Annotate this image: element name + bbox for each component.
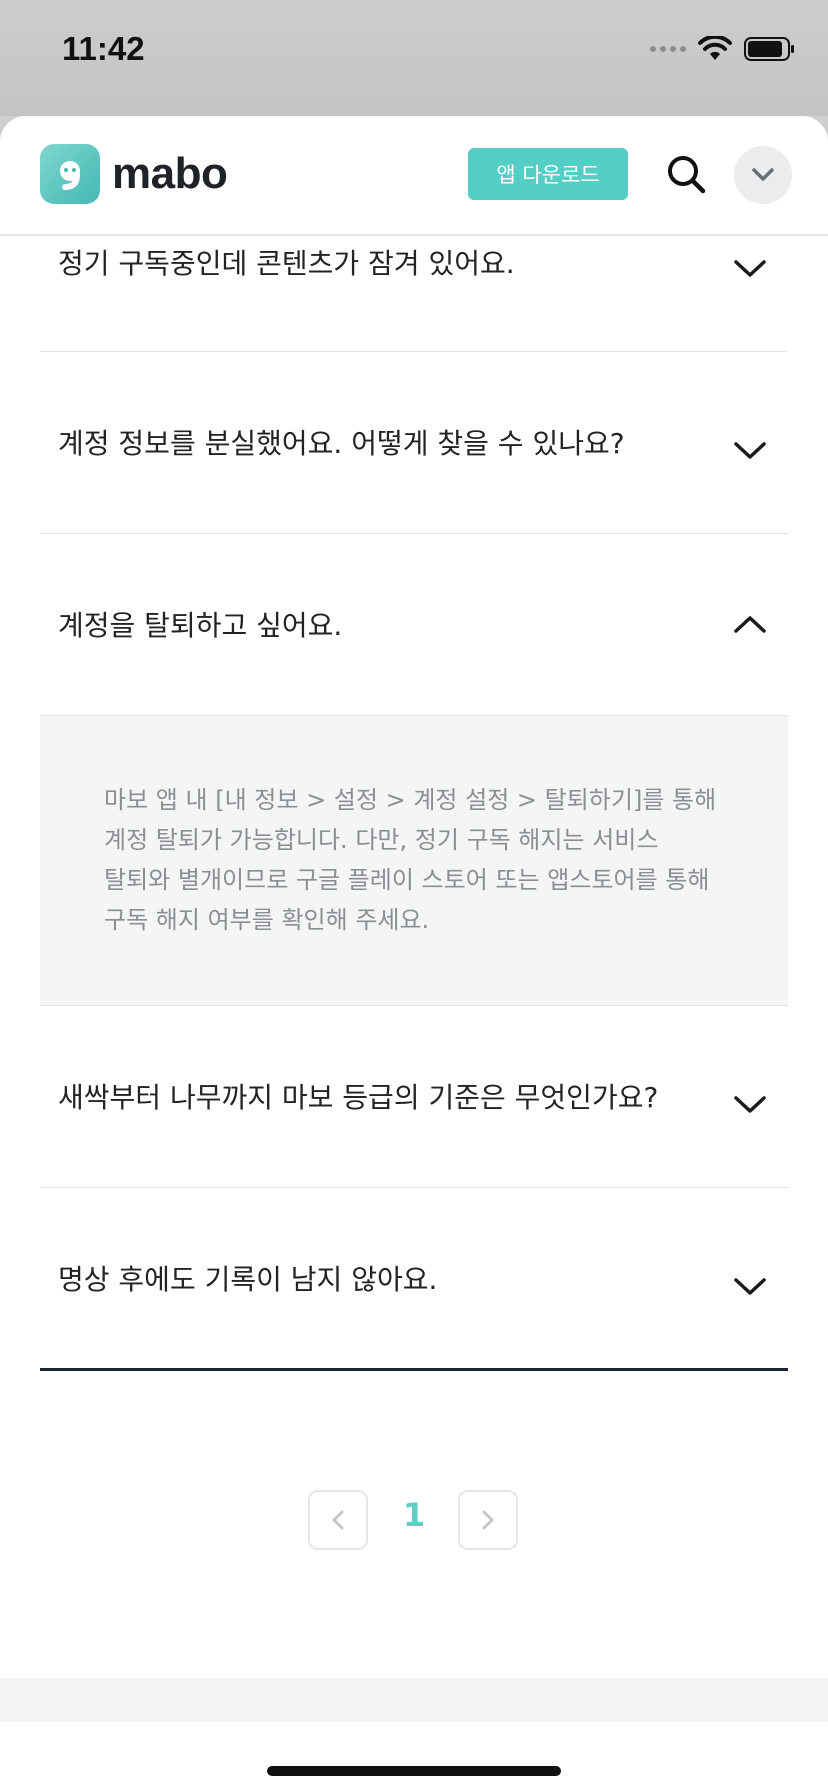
faq-question: 정기 구독중인데 콘텐츠가 잠겨 있어요. [58, 247, 515, 280]
chevron-down-icon [734, 260, 766, 277]
logo-text: mabo [112, 149, 228, 198]
cellular-signal-icon [650, 46, 686, 52]
home-indicator [267, 1766, 561, 1776]
faq-answer-text: 마보 앱 내 [내 정보 > 설정 > 계정 설정 > 탈퇴하기]를 통해 계정… [104, 786, 717, 934]
search-icon[interactable] [664, 152, 708, 196]
battery-icon [744, 37, 794, 61]
prev-page-button[interactable] [308, 1490, 368, 1550]
footer-strip [0, 1678, 828, 1722]
faq-question: 계정 정보를 분실했어요. 어떻게 찾을 수 있나요? [58, 427, 625, 460]
faq-item-expanded[interactable]: 계정을 탈퇴하고 싶어요. [40, 534, 788, 716]
list-end-divider [40, 1368, 788, 1371]
wifi-icon [698, 36, 732, 60]
menu-toggle-button[interactable] [734, 146, 792, 204]
site-header: mabo 앱 다운로드 [0, 116, 828, 236]
chevron-left-icon [332, 1510, 344, 1530]
status-bar: 11:42 [0, 0, 828, 116]
status-time: 11:42 [62, 30, 145, 67]
next-page-button[interactable] [458, 1490, 518, 1550]
current-page-number[interactable]: 1 [394, 1496, 434, 1534]
chevron-down-icon [734, 442, 766, 459]
faq-item[interactable]: 계정 정보를 분실했어요. 어떻게 찾을 수 있나요? [40, 352, 788, 534]
logo[interactable]: mabo [40, 144, 228, 204]
pagination: 1 [0, 1490, 828, 1552]
logo-mark-icon [40, 144, 100, 204]
faq-question: 새싹부터 나무까지 마보 등급의 기준은 무엇인가요? [58, 1081, 659, 1114]
app-download-button[interactable]: 앱 다운로드 [468, 148, 628, 200]
faq-item[interactable]: 명상 후에도 기록이 남지 않아요. [40, 1188, 788, 1370]
chevron-down-icon [752, 168, 774, 181]
faq-item[interactable]: 새싹부터 나무까지 마보 등급의 기준은 무엇인가요? [40, 1006, 788, 1188]
faq-question: 계정을 탈퇴하고 싶어요. [58, 609, 343, 642]
chevron-right-icon [482, 1510, 494, 1530]
page-sheet: 정기 구독중인데 콘텐츠가 잠겨 있어요. 계정 정보를 분실했어요. 어떻게 … [0, 116, 828, 1792]
status-icons [650, 36, 796, 62]
chevron-down-icon [734, 1096, 766, 1113]
chevron-up-icon [734, 616, 766, 633]
chevron-down-icon [734, 1278, 766, 1295]
faq-answer: 마보 앱 내 [내 정보 > 설정 > 계정 설정 > 탈퇴하기]를 통해 계정… [40, 716, 788, 1006]
faq-question: 명상 후에도 기록이 남지 않아요. [58, 1263, 438, 1296]
